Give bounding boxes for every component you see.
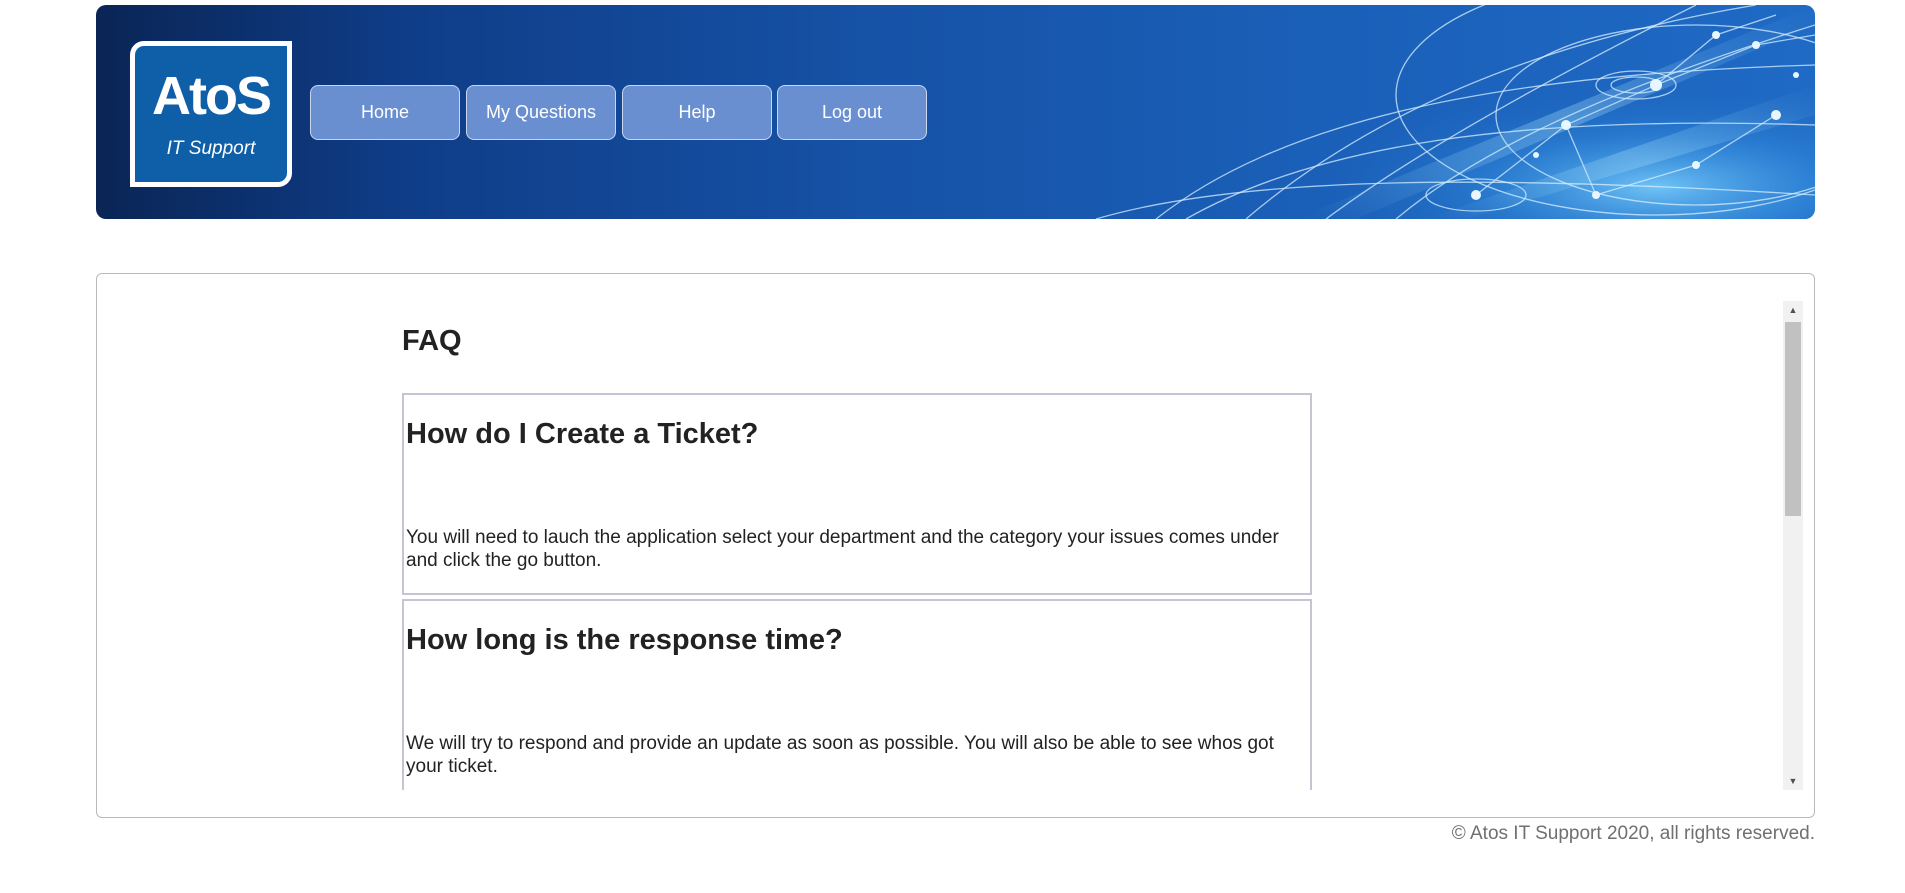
faq-question: How do I Create a Ticket? — [406, 418, 759, 450]
faq-answer: We will try to respond and provide an up… — [406, 733, 1274, 777]
atos-logo: AtoS IT Support — [130, 41, 292, 187]
nav-log-out-button[interactable]: Log out — [777, 85, 927, 140]
faq-scroll-area[interactable]: FAQ How do I Create a Ticket? You will n… — [98, 301, 1789, 790]
logo-subtitle: IT Support — [166, 138, 256, 159]
vertical-scrollbar[interactable]: ▲ ▼ — [1783, 301, 1803, 790]
nav-home-button[interactable]: Home — [310, 85, 460, 140]
scroll-up-arrow-icon[interactable]: ▲ — [1783, 301, 1803, 319]
faq-question: How long is the response time? — [406, 624, 843, 656]
scrollbar-thumb[interactable] — [1785, 322, 1801, 516]
faq-item: How long is the response time? We will t… — [402, 599, 1312, 790]
logo-wordmark: AtoS — [152, 66, 272, 126]
scroll-down-arrow-icon[interactable]: ▼ — [1783, 772, 1803, 790]
nav-my-questions-button[interactable]: My Questions — [466, 85, 616, 140]
page: AtoS IT Support Home My Questions Help L… — [0, 0, 1905, 893]
page-title: FAQ — [402, 325, 462, 357]
faq-answer: You will need to lauch the application s… — [406, 527, 1279, 571]
header-banner: AtoS IT Support Home My Questions Help L… — [96, 5, 1815, 219]
faq-panel: FAQ How do I Create a Ticket? You will n… — [96, 273, 1815, 818]
faq-item: How do I Create a Ticket? You will need … — [402, 393, 1312, 595]
nav-help-button[interactable]: Help — [622, 85, 772, 140]
footer-copyright: © Atos IT Support 2020, all rights reser… — [1451, 823, 1815, 844]
